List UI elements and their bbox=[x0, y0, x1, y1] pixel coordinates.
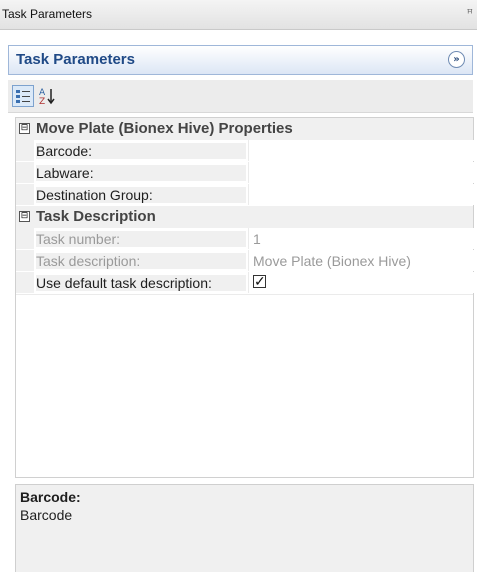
categorized-view-icon bbox=[16, 90, 30, 103]
property-grid: ⊟ Move Plate (Bionex Hive) Properties Ba… bbox=[15, 117, 474, 478]
property-row-use-default-description[interactable]: Use default task description: ✓ bbox=[16, 272, 474, 295]
panel-title: Task Parameters bbox=[16, 51, 135, 68]
property-row-task-description[interactable]: Task description: Move Plate (Bionex Hiv… bbox=[16, 250, 474, 273]
category-row[interactable]: ⊟ Task Description bbox=[16, 206, 473, 229]
sort-az-icon: A Z bbox=[39, 88, 55, 107]
collapse-icon[interactable]: ⊟ bbox=[19, 123, 30, 134]
property-name: Task number: bbox=[36, 231, 246, 247]
property-name: Barcode: bbox=[36, 143, 246, 159]
property-row-labware[interactable]: Labware: bbox=[16, 162, 474, 185]
property-value-task-description: Move Plate (Bionex Hive) bbox=[248, 250, 474, 271]
panel-header: Task Parameters » bbox=[8, 45, 473, 75]
property-value-destination-group[interactable] bbox=[248, 184, 474, 205]
description-text: Barcode bbox=[20, 507, 73, 523]
property-row-barcode[interactable]: Barcode: bbox=[16, 140, 474, 163]
collapse-icon[interactable]: ⊟ bbox=[19, 211, 30, 222]
description-pane: Barcode: Barcode bbox=[15, 484, 474, 572]
double-chevron-icon[interactable]: » bbox=[448, 51, 465, 68]
description-title: Barcode: bbox=[20, 489, 81, 505]
category-label: Task Description bbox=[36, 208, 156, 225]
property-row-task-number[interactable]: Task number: 1 bbox=[16, 228, 474, 251]
category-row[interactable]: ⊟ Move Plate (Bionex Hive) Properties bbox=[16, 118, 473, 141]
svg-text:Z: Z bbox=[39, 97, 45, 107]
property-name: Labware: bbox=[36, 165, 246, 181]
property-value-use-default: ✓ bbox=[248, 272, 474, 293]
property-value-task-number: 1 bbox=[248, 228, 474, 249]
property-name: Destination Group: bbox=[36, 187, 246, 203]
categorized-view-button[interactable] bbox=[12, 85, 34, 107]
property-value-labware[interactable] bbox=[248, 162, 474, 183]
property-row-destination-group[interactable]: Destination Group: bbox=[16, 184, 474, 207]
property-grid-toolbar: A Z bbox=[8, 80, 473, 113]
window-title: Task Parameters bbox=[2, 7, 93, 21]
property-value-barcode[interactable] bbox=[248, 140, 474, 161]
property-name: Task description: bbox=[36, 253, 246, 269]
pin-icon[interactable]: ꟸ bbox=[467, 7, 473, 20]
property-name: Use default task description: bbox=[36, 275, 246, 291]
category-label: Move Plate (Bionex Hive) Properties bbox=[36, 120, 293, 137]
alphabetical-sort-button[interactable]: A Z bbox=[36, 85, 58, 107]
window-titlebar: Task Parameters ꟸ bbox=[0, 0, 477, 30]
use-default-checkbox[interactable]: ✓ bbox=[253, 274, 266, 288]
